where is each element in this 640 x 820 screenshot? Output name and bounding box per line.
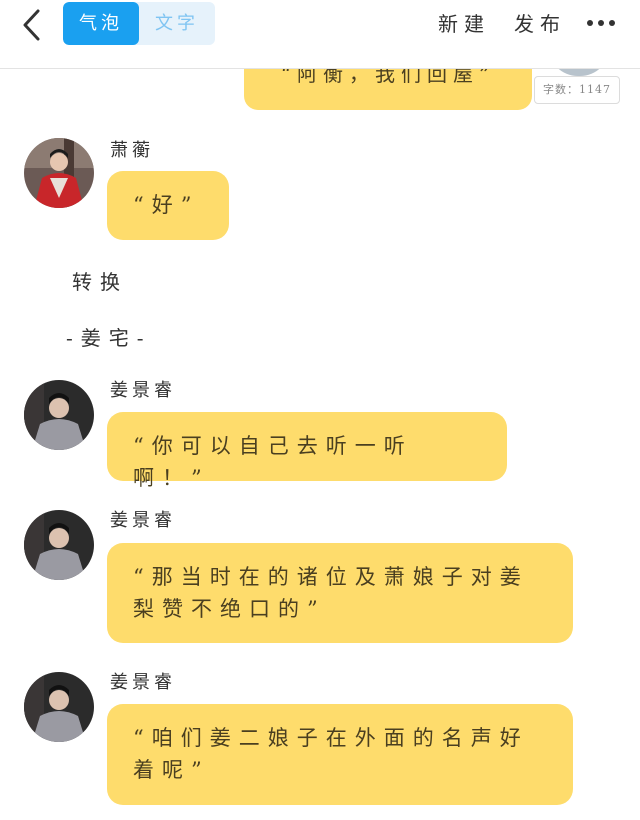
message-bubble[interactable]: “咱们姜二娘子在外面的名声好着呢” [107, 704, 573, 805]
message-bubble[interactable]: “那当时在的诸位及萧娘子对姜梨赞不绝口的” [107, 543, 573, 643]
narration-text[interactable]: 转换 [72, 266, 128, 295]
avatar-image [24, 510, 94, 580]
word-count-badge: 字数：1147 [534, 76, 620, 104]
back-button[interactable] [18, 8, 48, 42]
avatar[interactable] [24, 380, 94, 450]
sender-name: 姜景睿 [110, 672, 176, 693]
sender-name: 萧蘅 [110, 140, 154, 161]
more-options-button[interactable] [586, 14, 616, 32]
sender-name: 姜景睿 [110, 510, 176, 531]
tab-text[interactable]: 文字 [139, 2, 215, 45]
new-button[interactable]: 新建 [438, 8, 490, 37]
chevron-left-icon [23, 9, 40, 41]
avatar[interactable] [24, 672, 94, 742]
mode-tabs: 气泡 文字 [63, 2, 215, 45]
sender-name: 姜景睿 [110, 380, 176, 401]
avatar-image [24, 380, 94, 450]
avatar-image [24, 138, 94, 208]
tab-bubble[interactable]: 气泡 [63, 2, 139, 45]
more-dots-icon [587, 20, 615, 26]
top-bar: 气泡 文字 新建 发布 [0, 0, 640, 69]
narration-text[interactable]: -姜宅- [66, 322, 152, 351]
avatar[interactable] [24, 510, 94, 580]
publish-button[interactable]: 发布 [514, 8, 566, 37]
message-bubble[interactable]: “你可以自己去听一听啊！” [107, 412, 507, 490]
message-bubble[interactable]: “好” [107, 171, 229, 240]
avatar[interactable] [24, 138, 94, 208]
avatar-image [24, 672, 94, 742]
